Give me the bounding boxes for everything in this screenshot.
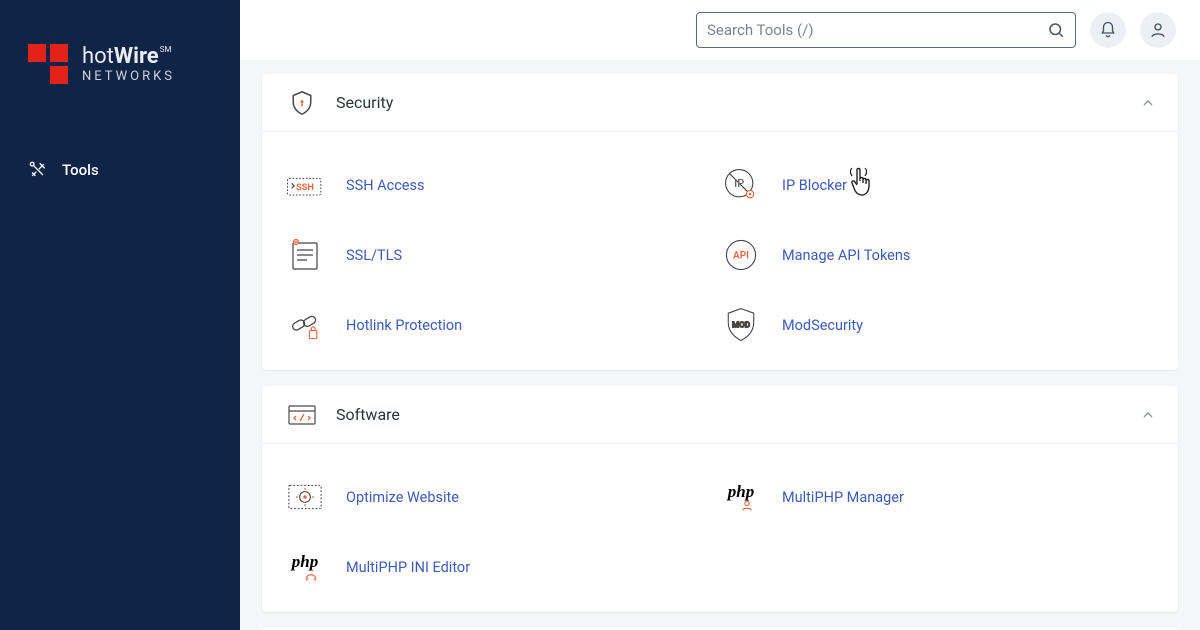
tools-icon bbox=[28, 160, 48, 180]
shield-icon bbox=[284, 85, 320, 121]
topbar bbox=[240, 0, 1200, 60]
tool-ssh-access[interactable]: SSH SSH Access bbox=[284, 150, 720, 220]
tool-label: Manage API Tokens bbox=[782, 247, 910, 264]
search-input-wrapper[interactable] bbox=[696, 12, 1076, 48]
panel-security: Security SSH SSH Access bbox=[262, 74, 1178, 370]
sidebar: hotWireSM NETWORKS Tools bbox=[0, 0, 240, 630]
tool-label: IP Blocker bbox=[782, 177, 847, 194]
tool-multiphp-ini-editor[interactable]: php MultiPHP INI Editor bbox=[284, 532, 720, 602]
software-icon bbox=[284, 397, 320, 433]
chevron-up-icon bbox=[1140, 407, 1156, 423]
tool-label: SSH Access bbox=[346, 177, 424, 194]
api-tokens-icon: API bbox=[720, 234, 762, 276]
tool-optimize-website[interactable]: Optimize Website bbox=[284, 462, 720, 532]
brand-text: hotWireSM NETWORKS bbox=[82, 46, 175, 83]
svg-text:IP: IP bbox=[734, 177, 744, 190]
ssl-tls-icon bbox=[284, 234, 326, 276]
tool-label: MultiPHP INI Editor bbox=[346, 559, 470, 576]
sidebar-item-label: Tools bbox=[62, 161, 99, 179]
search-icon bbox=[1047, 21, 1065, 39]
ip-blocker-icon: IP bbox=[720, 164, 762, 206]
tool-hotlink-protection[interactable]: Hotlink Protection bbox=[284, 290, 720, 360]
svg-text:SSH: SSH bbox=[296, 183, 314, 193]
tool-ip-blocker[interactable]: IP IP Blocker bbox=[720, 150, 1156, 220]
chevron-up-icon bbox=[1140, 95, 1156, 111]
tool-multiphp-manager[interactable]: php MultiPHP Manager bbox=[720, 462, 1156, 532]
svg-text:API: API bbox=[733, 251, 749, 262]
panel-software: Software Optimize Websit bbox=[262, 386, 1178, 612]
ssh-icon: SSH bbox=[284, 164, 326, 206]
sidebar-nav: Tools bbox=[0, 148, 240, 192]
user-icon bbox=[1149, 21, 1167, 39]
notifications-button[interactable] bbox=[1090, 12, 1126, 48]
search-input[interactable] bbox=[707, 21, 1039, 39]
tool-modsecurity[interactable]: MOD ModSecurity bbox=[720, 290, 1156, 360]
sidebar-item-tools[interactable]: Tools bbox=[10, 148, 230, 192]
pointer-cursor-icon bbox=[844, 162, 878, 202]
tool-label: Optimize Website bbox=[346, 489, 459, 506]
tool-label: ModSecurity bbox=[782, 317, 863, 334]
svg-text:MOD: MOD bbox=[732, 320, 750, 330]
hotlink-icon bbox=[284, 304, 326, 346]
brand-mark-icon bbox=[24, 40, 72, 88]
tool-label: Hotlink Protection bbox=[346, 317, 462, 334]
panel-title: Software bbox=[336, 405, 400, 424]
brand-logo: hotWireSM NETWORKS bbox=[0, 0, 240, 108]
account-button[interactable] bbox=[1140, 12, 1176, 48]
bell-icon bbox=[1099, 21, 1117, 39]
panel-security-header[interactable]: Security bbox=[262, 74, 1178, 132]
tool-label: MultiPHP Manager bbox=[782, 489, 904, 506]
optimize-website-icon bbox=[284, 476, 326, 518]
tool-ssl-tls[interactable]: SSL/TLS bbox=[284, 220, 720, 290]
php-ini-icon: php bbox=[284, 546, 326, 588]
php-manager-icon: php bbox=[720, 476, 762, 518]
panel-title: Security bbox=[336, 93, 393, 112]
modsecurity-icon: MOD bbox=[720, 304, 762, 346]
tool-label: SSL/TLS bbox=[346, 247, 402, 264]
tool-api-tokens[interactable]: API Manage API Tokens bbox=[720, 220, 1156, 290]
panel-software-header[interactable]: Software bbox=[262, 386, 1178, 444]
